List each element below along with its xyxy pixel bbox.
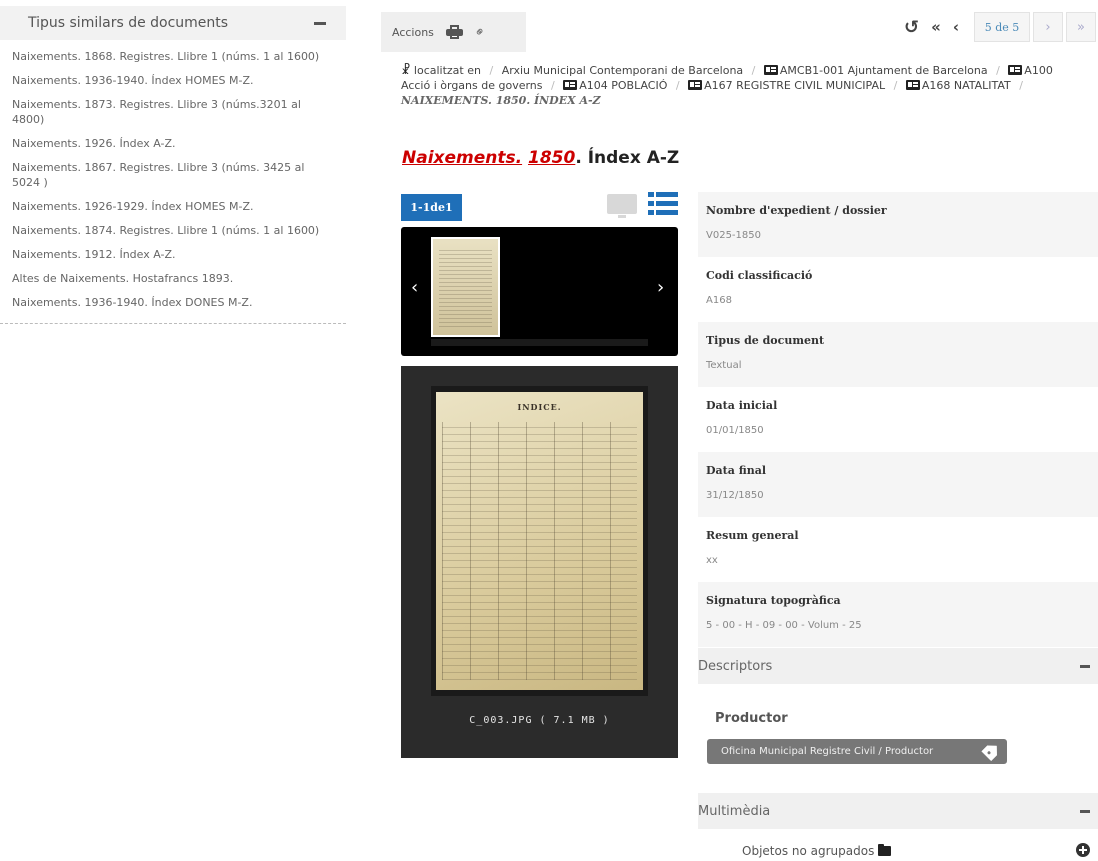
id-card-icon (905, 80, 920, 90)
file-label: C_003.JPG ( 7.1 MB ) (469, 715, 610, 726)
ungrouped-objects-label: Objetos no agrupados (742, 844, 875, 858)
thumbnail-strip: ‹ › (401, 227, 678, 356)
prev-page-button[interactable]: ‹ (953, 18, 959, 36)
field-key: Nombre d'expedient / dossier (706, 204, 887, 217)
hierarchy-icon: ☧ (401, 63, 411, 77)
plus-circle-icon[interactable] (1076, 843, 1090, 857)
breadcrumb-current-part2: . ÍNDEX A-Z (526, 94, 601, 107)
similar-documents-panel: Tipus similars de documents Naixements. … (0, 6, 346, 324)
thumb-next-button[interactable]: › (657, 277, 664, 298)
breadcrumb: ☧ localitzat en / Arxiu Municipal Contem… (401, 63, 1053, 107)
first-page-button[interactable]: « (931, 18, 941, 36)
image-viewer: INDICE. C_003.JPG ( 7.1 MB ) (401, 366, 678, 758)
metadata-field: Tipus de document Textual (698, 322, 1098, 387)
ungrouped-objects[interactable]: Objetos no agrupados (742, 844, 892, 858)
field-key: Signatura topogràfica (706, 594, 841, 607)
multimedia-title: Multimèdia (698, 803, 771, 819)
field-value: V025-1850 (706, 230, 761, 241)
list-item[interactable]: Naixements. 1868. Registres. Llibre 1 (n… (0, 46, 340, 69)
actions-toolbar: Accions ⚭ (381, 12, 526, 52)
last-page-button[interactable]: » (1066, 12, 1096, 42)
productor-tag-label: Oficina Municipal Registre Civil / Produ… (721, 746, 934, 757)
descriptors-section-header[interactable]: Descriptors (698, 648, 1098, 684)
productor-tag[interactable]: Oficina Municipal Registre Civil / Produ… (707, 739, 1007, 764)
field-value: Textual (706, 360, 742, 371)
title-highlight-1: Naixements. (402, 148, 523, 168)
list-item[interactable]: Naixements. 1874. Registres. Llibre 1 (n… (0, 220, 340, 243)
breadcrumb-item[interactable]: A167 REGISTRE CIVIL MUNICIPAL (704, 79, 885, 92)
page-title: Naixements. 1850. Índex A-Z (402, 148, 679, 168)
breadcrumb-item[interactable]: AMCB1-001 Ajuntament de Barcelona (780, 64, 988, 77)
folder-icon (878, 844, 892, 856)
title-highlight-year: 1850 (528, 148, 576, 168)
title-rest: . Índex A-Z (575, 148, 680, 168)
list-item[interactable]: Naixements. 1936-1940. Índex DONES M-Z. (0, 292, 340, 315)
collapse-icon[interactable] (314, 21, 326, 25)
collapse-icon[interactable] (1080, 664, 1090, 668)
id-card-icon (1008, 65, 1023, 75)
list-view-icon[interactable] (648, 192, 678, 215)
next-page-button[interactable]: › (1033, 12, 1063, 42)
document-page-heading: INDICE. (517, 402, 562, 412)
similar-documents-list: Naixements. 1868. Registres. Llibre 1 (n… (0, 40, 346, 324)
metadata-field: Data inicial 01/01/1850 (698, 387, 1098, 452)
metadata-field: Signatura topogràfica 5 - 00 - H - 09 - … (698, 582, 1098, 647)
field-key: Data final (706, 464, 767, 477)
printer-icon[interactable] (445, 25, 463, 39)
field-value: A168 (706, 295, 732, 306)
descriptors-title: Descriptors (698, 658, 773, 674)
collapse-icon[interactable] (1080, 809, 1090, 813)
productor-label: Productor (715, 711, 788, 726)
field-key: Codi classificació (706, 269, 813, 282)
list-item[interactable]: Naixements. 1936-1940. Índex HOMES M-Z. (0, 70, 340, 93)
link-icon[interactable]: ⚭ (471, 23, 489, 41)
image-counter: 1-1de1 (401, 194, 462, 221)
field-value: 31/12/1850 (706, 490, 764, 501)
id-card-icon (763, 65, 778, 75)
thumb-prev-button[interactable]: ‹ (411, 277, 418, 298)
list-item[interactable]: Naixements. 1873. Registres. Llibre 3 (n… (0, 94, 340, 132)
similar-documents-title: Tipus similars de documents (28, 15, 229, 31)
field-key: Resum general (706, 529, 799, 542)
metadata-field: Data final 31/12/1850 (698, 452, 1098, 517)
actions-button[interactable]: Accions (392, 26, 434, 39)
field-value: 01/01/1850 (706, 425, 764, 436)
id-card-icon (688, 80, 703, 90)
field-value: 5 - 00 - H - 09 - 00 - Volum - 25 (706, 620, 862, 631)
list-item[interactable]: Naixements. 1867. Registres. Llibre 3 (n… (0, 157, 340, 195)
thumbnail[interactable] (431, 237, 500, 337)
metadata-panel: Nombre d'expedient / dossier V025-1850 C… (698, 192, 1098, 647)
document-image[interactable]: INDICE. (431, 386, 648, 696)
breadcrumb-item[interactable]: A104 POBLACIÓ (579, 79, 667, 92)
field-key: Data inicial (706, 399, 778, 412)
list-item[interactable]: Altes de Naixements. Hostafrancs 1893. (0, 268, 340, 291)
rotate-ccw-icon[interactable]: ↺ (904, 17, 919, 38)
thumbnail-scrollbar[interactable] (431, 339, 648, 346)
breadcrumb-current: NAIXEMENTS. 1850. ÍNDEX A-Z (401, 94, 601, 107)
breadcrumb-current-year: 1850 (495, 94, 527, 107)
similar-documents-header[interactable]: Tipus similars de documents (0, 6, 346, 40)
breadcrumb-item[interactable]: Arxiu Municipal Contemporani de Barcelon… (502, 64, 743, 77)
list-item[interactable]: Naixements. 1926. Índex A-Z. (0, 133, 340, 156)
metadata-field: Nombre d'expedient / dossier V025-1850 (698, 192, 1098, 257)
list-item[interactable]: Naixements. 1926-1929. Índex HOMES M-Z. (0, 196, 340, 219)
tag-icon (981, 741, 1002, 762)
field-value: xx (706, 555, 718, 566)
page-position: 5 de 5 (974, 12, 1030, 42)
id-card-icon (563, 80, 578, 90)
list-item[interactable]: Naixements. 1912. Índex A-Z. (0, 244, 340, 267)
metadata-field: Codi classificació A168 (698, 257, 1098, 322)
field-key: Tipus de document (706, 334, 825, 347)
record-pager: ↺ « ‹ 5 de 5 › » (904, 12, 1096, 42)
multimedia-section-header[interactable]: Multimèdia (698, 793, 1098, 829)
breadcrumb-located-in: localitzat en (413, 64, 481, 77)
metadata-field: Resum general xx (698, 517, 1098, 582)
monitor-icon[interactable] (607, 194, 637, 218)
breadcrumb-item[interactable]: A168 NATALITAT (922, 79, 1011, 92)
breadcrumb-current-part1: NAIXEMENTS. (401, 94, 492, 107)
